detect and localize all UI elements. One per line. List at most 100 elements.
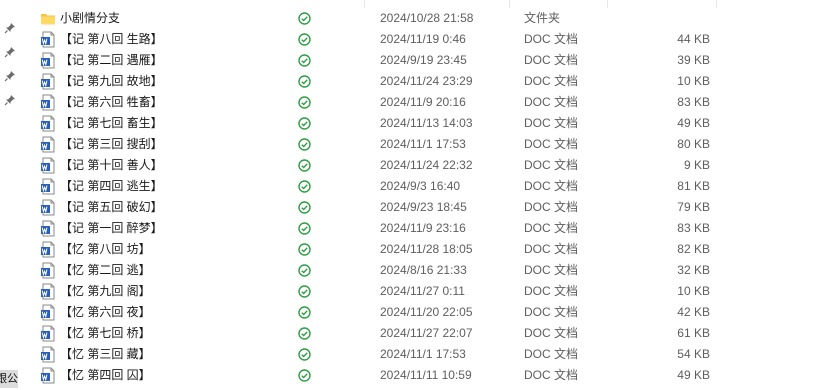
file-type: DOC 文档 (524, 200, 579, 214)
word-doc-icon (40, 178, 56, 195)
modified-date: 2024/11/11 10:59 (380, 368, 472, 382)
modified-date: 2024/11/27 0:11 (380, 284, 465, 298)
word-doc-icon (40, 115, 56, 132)
word-doc-icon (40, 136, 56, 153)
file-row[interactable]: 【忆 第三回 藏】 2024/11/1 17:53 DOC 文档 54 KB (36, 344, 826, 365)
file-size: 49 KB (677, 116, 710, 130)
file-row[interactable]: 【忆 第九回 阁】 2024/11/27 0:11 DOC 文档 10 KB (36, 281, 826, 302)
file-row[interactable]: 【记 第八回 生路】 2024/11/19 0:46 DOC 文档 44 KB (36, 29, 826, 50)
modified-date: 2024/11/1 17:53 (380, 347, 466, 361)
sync-status-icon (298, 327, 311, 340)
pin-icon[interactable] (4, 94, 16, 106)
file-row[interactable]: 【忆 第六回 夜】 2024/11/20 22:05 DOC 文档 42 KB (36, 302, 826, 323)
file-name[interactable]: 小剧情分支 (60, 8, 290, 29)
modified-date: 2024/9/23 18:45 (380, 200, 467, 214)
file-size: 32 KB (677, 263, 710, 277)
file-name[interactable]: 【忆 第六回 夜】 (60, 302, 290, 323)
word-doc-icon (40, 262, 56, 279)
file-row[interactable]: 【记 第六回 牲畜】 2024/11/9 20:16 DOC 文档 83 KB (36, 92, 826, 113)
file-size: 39 KB (677, 53, 710, 67)
word-doc-icon (40, 73, 56, 90)
file-name[interactable]: 【记 第七回 畜生】 (60, 113, 290, 134)
file-type: DOC 文档 (524, 179, 579, 193)
modified-date: 2024/11/13 14:03 (380, 116, 473, 130)
modified-date: 2024/9/19 23:45 (380, 53, 467, 67)
file-row[interactable]: 【记 第三回 搜刮】 2024/11/1 17:53 DOC 文档 80 KB (36, 134, 826, 155)
word-doc-icon (40, 157, 56, 174)
sync-status-icon (298, 285, 311, 298)
file-size: 80 KB (677, 137, 710, 151)
file-name[interactable]: 【忆 第四回 囚】 (60, 365, 290, 386)
pin-icon[interactable] (4, 22, 16, 34)
file-name[interactable]: 【记 第八回 生路】 (60, 29, 290, 50)
word-doc-icon (40, 346, 56, 363)
file-type: DOC 文档 (524, 53, 579, 67)
file-size: 83 KB (677, 221, 710, 235)
sync-status-icon (298, 33, 311, 46)
file-row[interactable]: 【忆 第二回 逃】 2024/8/16 21:33 DOC 文档 32 KB (36, 260, 826, 281)
sync-status-icon (298, 75, 311, 88)
file-size: 42 KB (677, 305, 710, 319)
file-type: DOC 文档 (524, 74, 579, 88)
file-name[interactable]: 【忆 第七回 桥】 (60, 323, 290, 344)
file-row[interactable]: 【记 第一回 醉梦】 2024/11/9 23:16 DOC 文档 83 KB (36, 218, 826, 239)
file-name[interactable]: 【记 第二回 遇雁】 (60, 50, 290, 71)
file-row[interactable]: 【记 第五回 破幻】 2024/9/23 18:45 DOC 文档 79 KB (36, 197, 826, 218)
file-row[interactable]: 【忆 第四回 囚】 2024/11/11 10:59 DOC 文档 49 KB (36, 365, 826, 386)
file-row[interactable]: 小剧情分支 2024/10/28 21:58 文件夹 (36, 8, 826, 29)
modified-date: 2024/11/24 22:32 (380, 158, 473, 172)
file-row[interactable]: 【记 第四回 逃生】 2024/9/3 16:40 DOC 文档 81 KB (36, 176, 826, 197)
sync-status-icon (298, 159, 311, 172)
file-size: 49 KB (677, 368, 710, 382)
modified-date: 2024/10/28 21:58 (380, 11, 474, 25)
file-size: 54 KB (677, 347, 710, 361)
modified-date: 2024/11/20 22:05 (380, 305, 473, 319)
file-type: DOC 文档 (524, 95, 579, 109)
file-name[interactable]: 【记 第十回 善人】 (60, 155, 290, 176)
sync-status-icon (298, 243, 311, 256)
file-name[interactable]: 【记 第五回 破幻】 (60, 197, 290, 218)
file-row[interactable]: 【忆 第八回 坊】 2024/11/28 18:05 DOC 文档 82 KB (36, 239, 826, 260)
column-divider (716, 0, 717, 8)
modified-date: 2024/11/9 23:16 (380, 221, 466, 235)
file-size: 10 KB (677, 74, 710, 88)
word-doc-icon (40, 52, 56, 69)
quick-access-strip: 跟公 (0, 0, 22, 390)
file-name[interactable]: 【忆 第八回 坊】 (60, 239, 290, 260)
sync-status-icon (298, 96, 311, 109)
sync-status-icon (298, 264, 311, 277)
file-row[interactable]: 【记 第七回 畜生】 2024/11/13 14:03 DOC 文档 49 KB (36, 113, 826, 134)
word-doc-icon (40, 283, 56, 300)
pin-icon[interactable] (4, 46, 16, 58)
modified-date: 2024/11/27 22:07 (380, 326, 473, 340)
file-name[interactable]: 【忆 第三回 藏】 (60, 344, 290, 365)
word-doc-icon (40, 199, 56, 216)
word-doc-icon (40, 304, 56, 321)
file-name[interactable]: 【忆 第二回 逃】 (60, 260, 290, 281)
pin-icon[interactable] (4, 70, 16, 82)
file-name[interactable]: 【记 第四回 逃生】 (60, 176, 290, 197)
file-name[interactable]: 【记 第三回 搜刮】 (60, 134, 290, 155)
modified-date: 2024/9/3 16:40 (380, 179, 461, 193)
file-size: 79 KB (677, 200, 710, 214)
file-row[interactable]: 【忆 第七回 桥】 2024/11/27 22:07 DOC 文档 61 KB (36, 323, 826, 344)
file-type: DOC 文档 (524, 158, 579, 172)
file-name[interactable]: 【忆 第九回 阁】 (60, 281, 290, 302)
modified-date: 2024/11/24 23:29 (380, 74, 473, 88)
file-type: DOC 文档 (524, 326, 579, 340)
file-name[interactable]: 【记 第九回 故地】 (60, 71, 290, 92)
sync-status-icon (298, 54, 311, 67)
file-row[interactable]: 【记 第九回 故地】 2024/11/24 23:29 DOC 文档 10 KB (36, 71, 826, 92)
file-row[interactable]: 【记 第十回 善人】 2024/11/24 22:32 DOC 文档 9 KB (36, 155, 826, 176)
sync-status-icon (298, 222, 311, 235)
word-doc-icon (40, 325, 56, 342)
file-type: DOC 文档 (524, 284, 579, 298)
sidebar-clipped-label[interactable]: 跟公 (0, 370, 18, 388)
file-name[interactable]: 【记 第一回 醉梦】 (60, 218, 290, 239)
sync-status-icon (298, 348, 311, 361)
file-name[interactable]: 【记 第六回 牲畜】 (60, 92, 290, 113)
modified-date: 2024/11/28 18:05 (380, 242, 473, 256)
file-size: 61 KB (677, 326, 710, 340)
file-size: 83 KB (677, 95, 710, 109)
file-row[interactable]: 【记 第二回 遇雁】 2024/9/19 23:45 DOC 文档 39 KB (36, 50, 826, 71)
